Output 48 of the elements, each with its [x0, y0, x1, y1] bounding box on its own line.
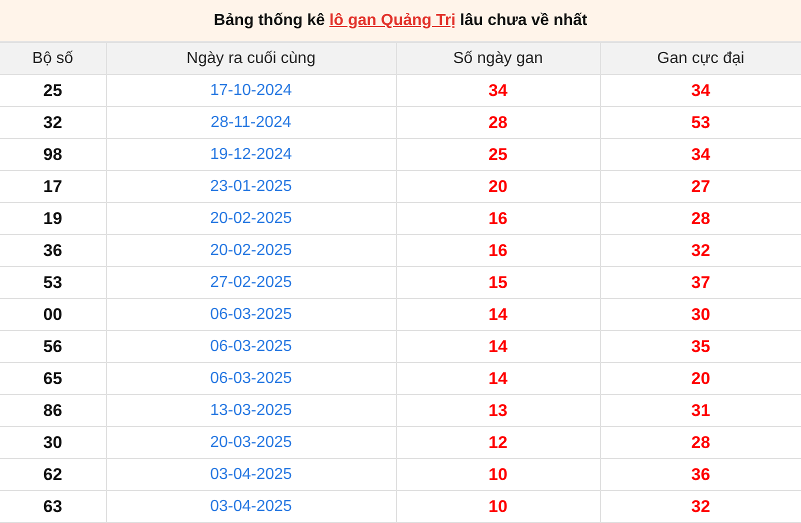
table-cell: 06-03-2025 — [106, 362, 396, 394]
table-cell: 23-01-2025 — [106, 170, 396, 202]
table-cell: 10 — [396, 490, 600, 522]
table-cell: 17 — [0, 170, 106, 202]
table-cell: 20-02-2025 — [106, 202, 396, 234]
table-cell: 03-04-2025 — [106, 458, 396, 490]
table-cell: 34 — [396, 74, 600, 106]
table-cell: 17-10-2024 — [106, 74, 396, 106]
table-cell: 32 — [0, 106, 106, 138]
table-cell: 28-11-2024 — [106, 106, 396, 138]
table-cell: 36 — [0, 234, 106, 266]
column-header: Gan cực đại — [600, 42, 801, 74]
table-cell: 13 — [396, 394, 600, 426]
table-cell: 06-03-2025 — [106, 298, 396, 330]
table-cell: 19-12-2024 — [106, 138, 396, 170]
column-header: Số ngày gan — [396, 42, 600, 74]
table-cell: 14 — [396, 298, 600, 330]
table-cell: 63 — [0, 490, 106, 522]
table-cell: 00 — [0, 298, 106, 330]
table-cell: 28 — [396, 106, 600, 138]
table-title: Bảng thống kê lô gan Quảng Trị lâu chưa về nhất — [0, 0, 801, 42]
table-cell: 14 — [396, 330, 600, 362]
table-cell: 20-02-2025 — [106, 234, 396, 266]
table-cell: 56 — [0, 330, 106, 362]
table-cell: 03-04-2025 — [106, 490, 396, 522]
table-cell: 53 — [0, 266, 106, 298]
table-cell: 12 — [396, 426, 600, 458]
table-cell: 16 — [396, 234, 600, 266]
table-cell: 14 — [396, 362, 600, 394]
column-header: Bộ số — [0, 42, 106, 74]
table-cell: 16 — [396, 202, 600, 234]
table-cell: 20-03-2025 — [106, 426, 396, 458]
table-cell: 25 — [396, 138, 600, 170]
table-cell: 98 — [0, 138, 106, 170]
table-cell: 20 — [396, 170, 600, 202]
table-cell: 13-03-2025 — [106, 394, 396, 426]
table-cell: 15 — [396, 266, 600, 298]
table-cell: 65 — [0, 362, 106, 394]
table-cell: 10 — [396, 458, 600, 490]
region-link[interactable]: lô gan Quảng Trị — [329, 12, 456, 28]
table-cell: 27-02-2025 — [106, 266, 396, 298]
column-header: Ngày ra cuối cùng — [106, 42, 396, 74]
table-cell: 19 — [0, 202, 106, 234]
table-cell: 86 — [0, 394, 106, 426]
table-cell: 06-03-2025 — [106, 330, 396, 362]
table-cell: 25 — [0, 74, 106, 106]
table-cell: 62 — [0, 458, 106, 490]
table-cell: 30 — [0, 426, 106, 458]
